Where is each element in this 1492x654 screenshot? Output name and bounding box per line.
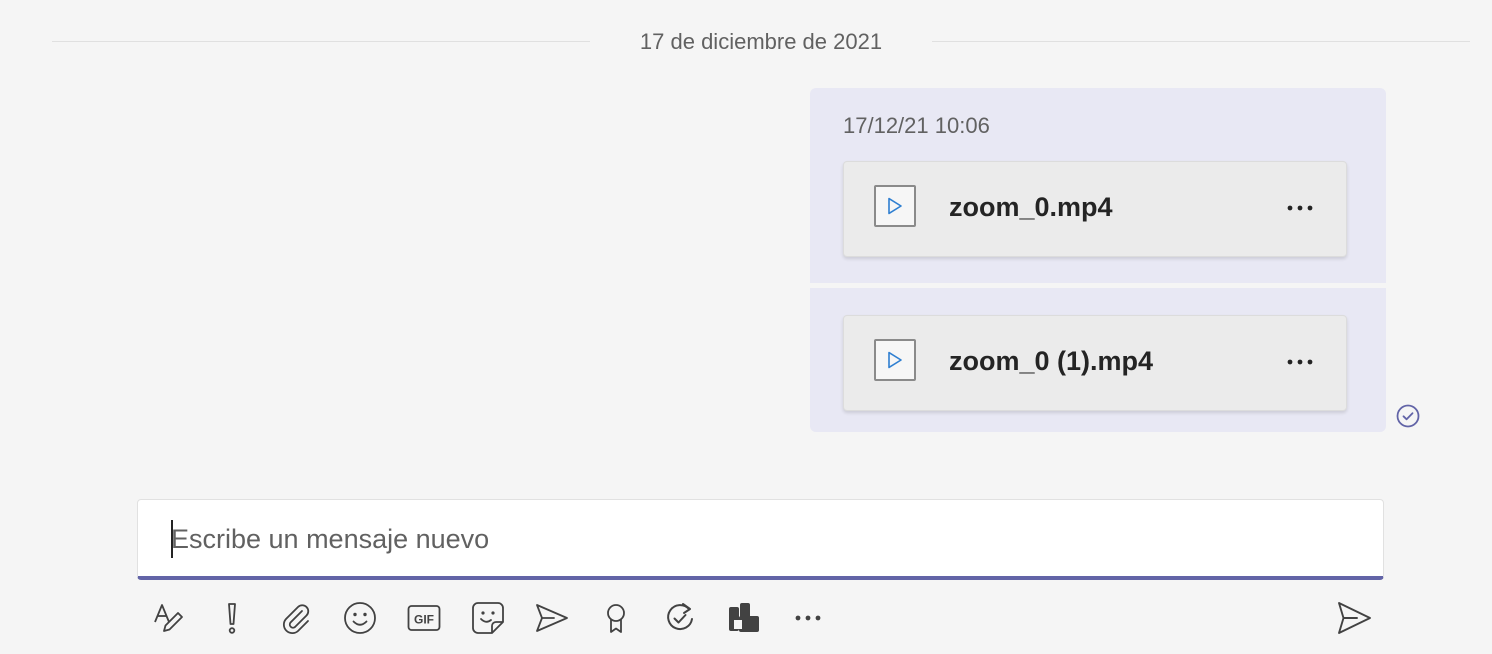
compose-toolbar: GIF bbox=[0, 596, 1492, 640]
file-name[interactable]: zoom_0.mp4 bbox=[949, 192, 1113, 223]
date-label: 17 de diciembre de 2021 bbox=[639, 29, 883, 54]
sticker-button[interactable] bbox=[466, 596, 510, 640]
gif-label: GIF bbox=[414, 613, 434, 627]
emoji-button[interactable] bbox=[338, 596, 382, 640]
gif-icon: GIF bbox=[407, 605, 441, 631]
important-icon bbox=[228, 603, 236, 634]
message-timestamp: 17/12/21 10:06 bbox=[843, 113, 990, 138]
video-file-icon bbox=[874, 339, 916, 381]
attach-button[interactable] bbox=[274, 596, 318, 640]
praise-icon bbox=[607, 604, 625, 633]
app-icon bbox=[729, 603, 759, 632]
message-input[interactable] bbox=[171, 520, 1351, 558]
more-options-button[interactable] bbox=[786, 596, 830, 640]
video-file-icon bbox=[874, 185, 916, 227]
message-bubble[interactable]: 17/12/21 10:06 zoom_0.mp4 bbox=[810, 88, 1386, 283]
message-bubble[interactable]: zoom_0 (1).mp4 bbox=[810, 288, 1386, 432]
praise-button[interactable] bbox=[594, 596, 638, 640]
important-button[interactable] bbox=[210, 596, 254, 640]
send-button[interactable] bbox=[1332, 596, 1376, 640]
date-divider: 17 de diciembre de 2021 bbox=[52, 26, 1470, 58]
divider-line-left bbox=[52, 41, 590, 42]
file-attachment-card[interactable]: zoom_0.mp4 bbox=[843, 161, 1347, 257]
sticker-icon bbox=[472, 602, 504, 634]
app-button[interactable] bbox=[722, 596, 766, 640]
attach-icon bbox=[282, 604, 310, 635]
divider-line-right bbox=[932, 41, 1470, 42]
more-options-icon bbox=[1287, 359, 1313, 365]
more-options-button[interactable] bbox=[1282, 194, 1318, 222]
compose-box[interactable] bbox=[137, 499, 1384, 580]
file-name[interactable]: zoom_0 (1).mp4 bbox=[949, 346, 1153, 377]
format-icon bbox=[154, 604, 183, 632]
more-options-icon bbox=[795, 615, 821, 621]
text-caret bbox=[171, 520, 173, 558]
format-button[interactable] bbox=[146, 596, 190, 640]
file-attachment-card[interactable]: zoom_0 (1).mp4 bbox=[843, 315, 1347, 411]
seen-check-icon bbox=[1396, 404, 1420, 428]
meet-now-button[interactable] bbox=[530, 596, 574, 640]
gif-button[interactable]: GIF bbox=[402, 596, 446, 640]
send-icon bbox=[1338, 602, 1371, 634]
emoji-icon bbox=[344, 602, 376, 634]
loop-icon bbox=[667, 603, 693, 631]
more-options-icon bbox=[1287, 205, 1313, 211]
loop-button[interactable] bbox=[658, 596, 702, 640]
meet-now-icon bbox=[536, 604, 568, 632]
more-options-button[interactable] bbox=[1282, 348, 1318, 376]
